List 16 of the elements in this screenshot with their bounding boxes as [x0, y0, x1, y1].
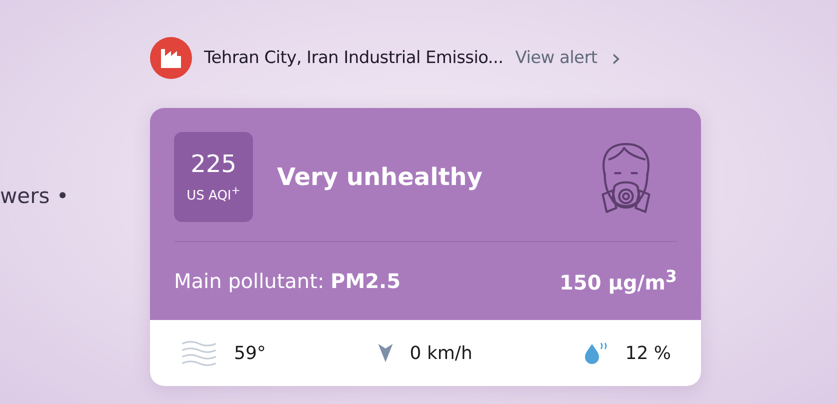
alert-title: Tehran City, Iran Industrial Emissio...	[204, 48, 504, 68]
humidity-icon	[583, 341, 610, 365]
aqi-category: Very unhealthy	[277, 163, 484, 191]
aqi-unit: US AQI$^{+}$	[186, 184, 240, 204]
view-alert-link[interactable]: View alert	[515, 48, 598, 68]
headline-fragment: wers •	[0, 184, 69, 208]
wind-reading: 0 km/h	[410, 342, 472, 364]
aqi-value: 225	[190, 150, 236, 178]
temperature-reading: 59°	[234, 342, 266, 364]
main-pollutant: Main pollutant: PM2.5	[174, 269, 401, 293]
pollutant-concentration: 150 µg/m$^{3}$	[560, 267, 677, 295]
wind-direction-icon	[376, 343, 394, 363]
factory-icon	[150, 37, 192, 79]
humidity-reading: 12 %	[625, 342, 671, 364]
haze-icon	[180, 339, 218, 367]
chevron-icon[interactable]: ›	[611, 46, 621, 70]
